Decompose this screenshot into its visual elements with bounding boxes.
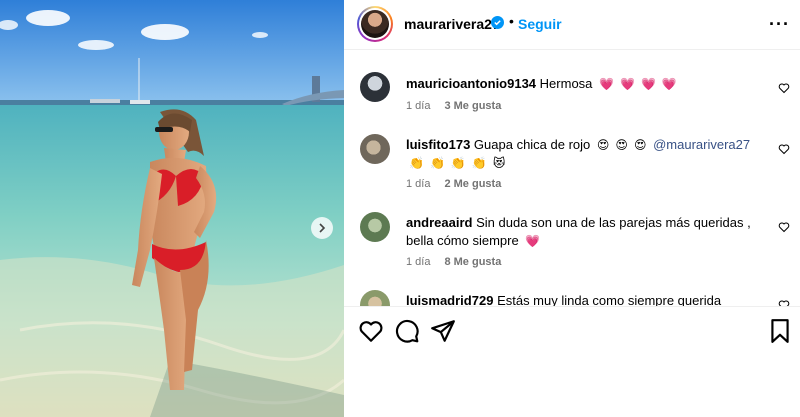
next-photo-button[interactable] <box>311 217 333 239</box>
heart-eyes-cat-emoji: 😻 <box>492 156 506 170</box>
share-icon[interactable] <box>430 318 456 344</box>
actions-divider <box>344 306 800 307</box>
commenter-avatar[interactable] <box>360 212 390 242</box>
beach-photo <box>0 0 344 417</box>
clap-emoji: 👏 <box>409 156 424 170</box>
commenter-username[interactable]: andreaaird <box>406 215 472 230</box>
heart-eyes-emoji: 😍 <box>615 138 628 152</box>
more-options-icon[interactable]: ··· <box>769 14 790 35</box>
comment-time: 1 día <box>406 256 431 268</box>
clap-emoji: 👏 <box>429 156 445 170</box>
commenter-username[interactable]: luisfito173 <box>406 137 470 152</box>
heart-eyes-emoji: 😍 <box>596 138 610 152</box>
heart-emoji: 💗 <box>525 234 541 248</box>
comment-text: Guapa chica de rojo <box>473 137 591 152</box>
comment-meta: 1 día 2 Me gusta <box>406 178 501 190</box>
author-avatar[interactable] <box>357 6 393 42</box>
heart-icon[interactable] <box>778 82 790 94</box>
bookmark-icon[interactable] <box>767 318 793 344</box>
comment-time: 1 día <box>406 100 431 112</box>
mention-link[interactable]: @maurarivera27 <box>653 137 750 152</box>
post-header: maurarivera27 • Seguir ··· <box>344 0 800 50</box>
comment-likes[interactable]: 3 Me gusta <box>444 100 501 112</box>
heart-emoji: 💗 <box>599 77 614 91</box>
heart-icon[interactable] <box>778 299 790 306</box>
comment-meta: 1 día 8 Me gusta <box>406 256 501 268</box>
comment-meta: 1 día 3 Me gusta <box>406 100 501 112</box>
heart-eyes-emoji: 😍 <box>633 138 647 152</box>
heart-icon[interactable] <box>778 221 790 233</box>
heart-icon[interactable] <box>778 143 790 155</box>
comment-text: Hermosa <box>539 76 593 91</box>
commenter-avatar[interactable] <box>360 134 390 164</box>
comments-list: mauricioantonio9134 Hermosa 💗 💗 💗 💗 1 día 3 … <box>344 52 800 306</box>
post-actions <box>344 318 800 348</box>
heart-emoji: 💗 <box>661 77 677 91</box>
separator-dot: • <box>509 13 514 29</box>
post-photo <box>0 0 344 417</box>
commenter-username[interactable]: luismadrid729 <box>406 293 493 306</box>
comment-likes[interactable]: 8 Me gusta <box>444 256 501 268</box>
chevron-right-icon <box>319 223 326 233</box>
clap-emoji: 👏 <box>450 156 466 170</box>
follow-button[interactable]: Seguir <box>518 16 562 32</box>
heart-emoji: 💗 <box>640 77 656 91</box>
comment-time: 1 día <box>406 178 431 190</box>
clap-emoji: 👏 <box>471 156 487 170</box>
author-username[interactable]: maurarivera27 <box>404 16 500 32</box>
post-panel: maurarivera27 • Seguir ··· mauricioanton… <box>344 0 800 417</box>
verified-badge-icon <box>491 16 504 29</box>
commenter-avatar[interactable] <box>360 290 390 306</box>
heart-icon[interactable] <box>358 318 384 344</box>
heart-emoji: 💗 <box>620 77 635 91</box>
comment-icon[interactable] <box>394 318 420 344</box>
comment-likes[interactable]: 2 Me gusta <box>444 178 501 190</box>
commenter-avatar[interactable] <box>360 72 390 102</box>
commenter-username[interactable]: mauricioantonio9134 <box>406 76 536 91</box>
